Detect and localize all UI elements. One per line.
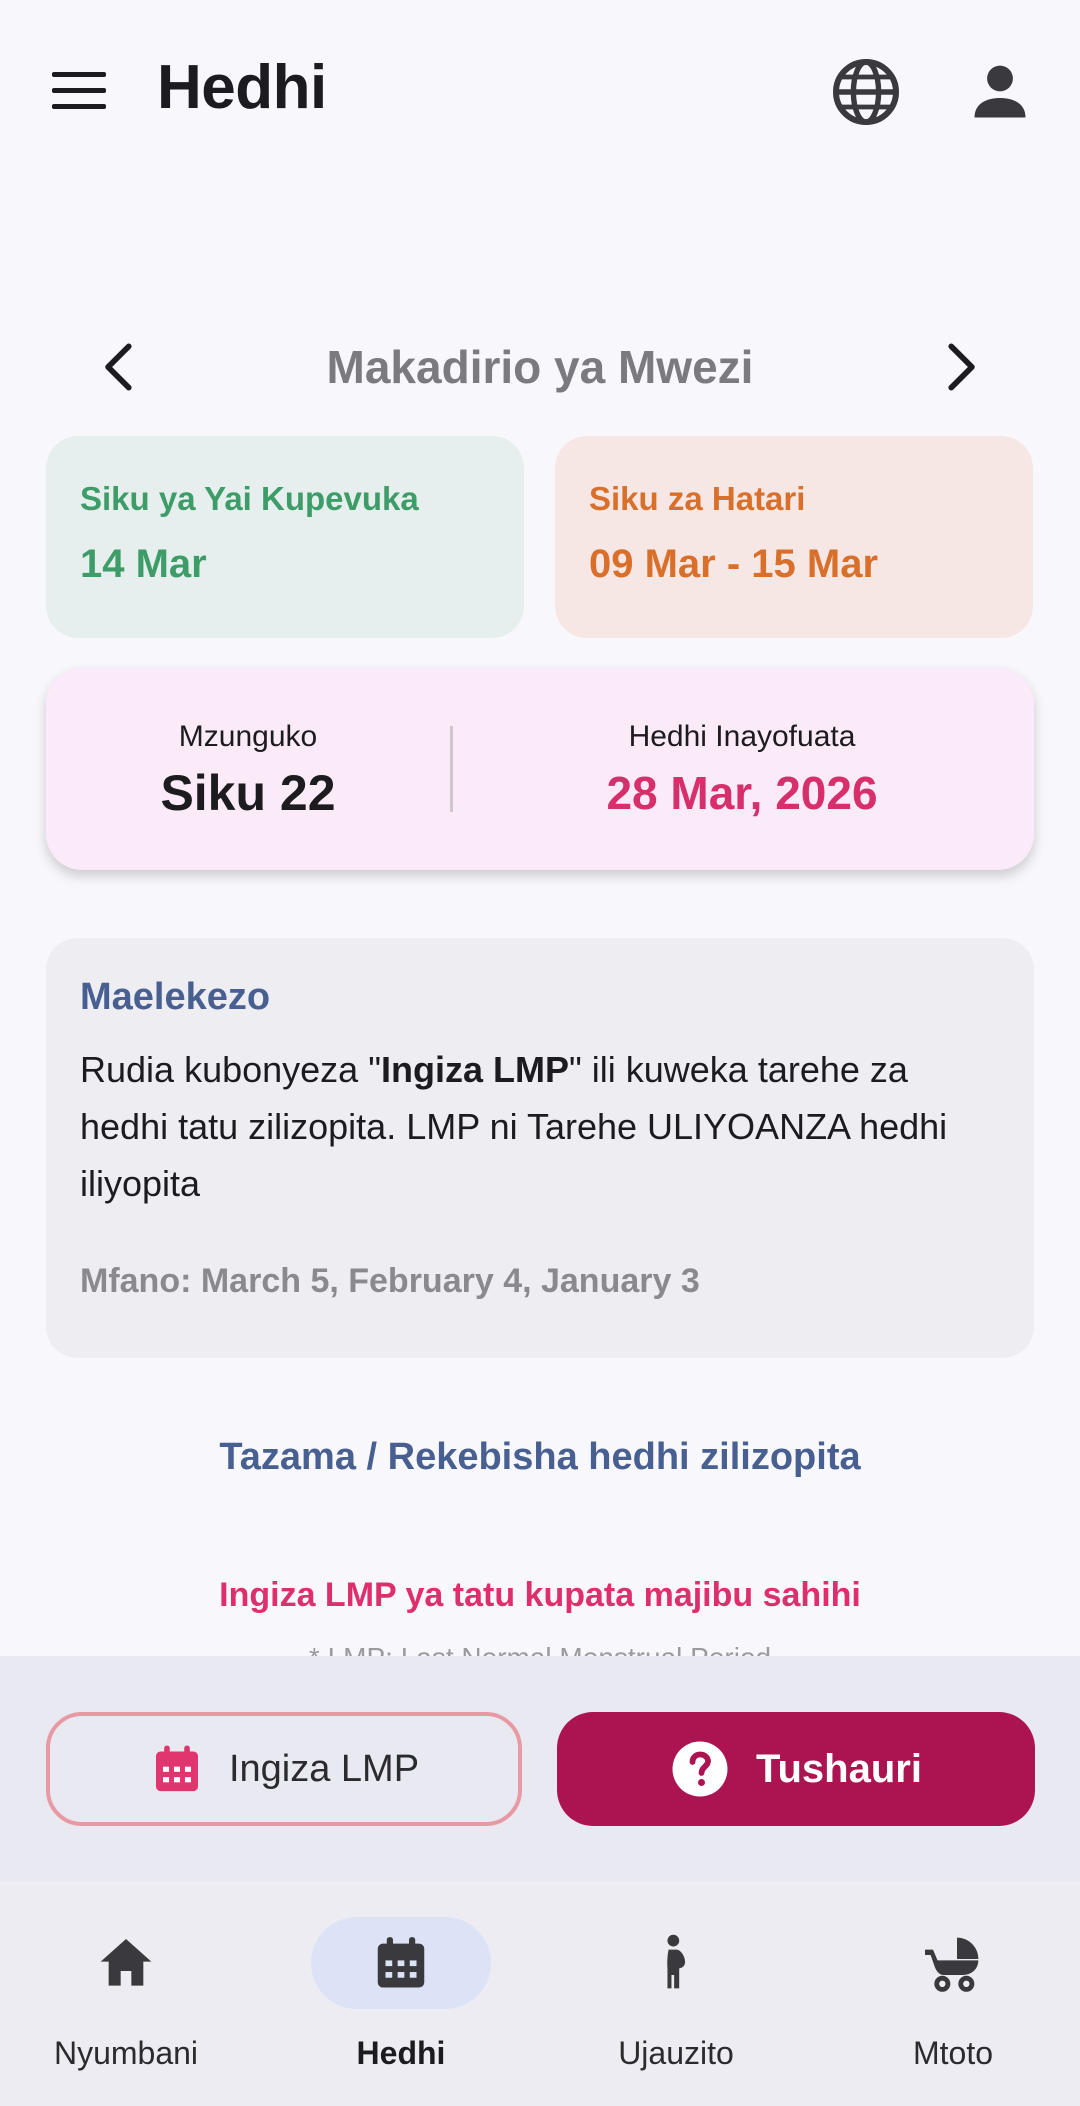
nav-pill	[36, 1917, 216, 2009]
ovulation-date: 14 Mar	[80, 542, 207, 586]
danger-days-range: 09 Mar - 15 Mar	[589, 542, 879, 586]
nav-pill	[863, 1917, 1043, 2009]
instructions-title: Maelekezo	[80, 976, 271, 1018]
calendar-icon	[377, 1937, 425, 1988]
bottom-navigation: Nyumbani Hedhi Ujauzito Mtoto	[0, 1881, 1080, 2106]
nav-pill-active	[311, 1917, 491, 2009]
advice-button[interactable]: Tushauri	[557, 1712, 1035, 1826]
enter-lmp-button[interactable]: Ingiza LMP	[46, 1712, 522, 1826]
nav-item-home[interactable]: Nyumbani	[6, 1917, 246, 2087]
nav-item-child[interactable]: Mtoto	[833, 1917, 1073, 2087]
stroller-icon	[925, 1937, 979, 1992]
nav-item-period[interactable]: Hedhi	[281, 1917, 521, 2087]
globe-icon	[833, 59, 899, 125]
nav-pill	[586, 1917, 766, 2009]
danger-days-card: Siku za Hatari 09 Mar - 15 Mar	[555, 436, 1033, 638]
advice-label: Tushauri	[756, 1746, 922, 1791]
menu-button[interactable]	[40, 60, 118, 120]
lmp-warning-text: Ingiza LMP ya tatu kupata majibu sahihi	[219, 1576, 861, 1614]
next-period-label: Hedhi Inayofuata	[628, 720, 856, 753]
instructions-body: Rudia kubonyeza "Ingiza LMP" ili kuweka …	[80, 1041, 1000, 1212]
account-button[interactable]	[964, 56, 1036, 128]
month-title: Makadirio ya Mwezi	[326, 341, 754, 393]
chevron-right-icon	[948, 343, 975, 391]
view-edit-past-periods-link[interactable]: Tazama / Rekebisha hedhi zilizopita	[0, 1436, 1080, 1479]
ovulation-card: Siku ya Yai Kupevuka 14 Mar	[46, 436, 524, 638]
pregnancy-icon	[667, 1934, 686, 1989]
next-period-date: 28 Mar, 2026	[606, 767, 878, 819]
enter-lmp-label: Ingiza LMP	[228, 1747, 420, 1790]
cycle-length-label: Mzunguko	[178, 720, 318, 753]
nav-label-home: Nyumbani	[53, 2035, 199, 2071]
cycle-summary-card: Mzunguko Siku 22 Hedhi Inayofuata 28 Mar…	[46, 668, 1034, 870]
help-icon	[672, 1741, 728, 1797]
nav-item-pregnancy[interactable]: Ujauzito	[556, 1917, 796, 2087]
next-month-button[interactable]	[928, 336, 990, 398]
instructions-body-bold: Ingiza LMP	[380, 1049, 569, 1090]
danger-days-label: Siku za Hatari	[589, 480, 806, 517]
month-navigator: Makadirio ya Mwezi	[80, 330, 1000, 404]
menu-icon	[52, 72, 106, 109]
calendar-icon	[155, 1745, 198, 1792]
cycle-length: Mzunguko Siku 22	[46, 720, 450, 822]
person-icon	[974, 65, 1026, 118]
nav-label-period: Hedhi	[356, 2035, 446, 2071]
language-button[interactable]	[830, 56, 902, 128]
next-period: Hedhi Inayofuata 28 Mar, 2026	[450, 720, 1034, 820]
action-bar: Ingiza LMP Tushauri	[0, 1656, 1080, 1881]
instructions-card: Maelekezo Rudia kubonyeza "Ingiza LMP" i…	[46, 938, 1034, 1358]
nav-label-pregnancy: Ujauzito	[618, 2035, 734, 2071]
home-icon	[100, 1939, 152, 1986]
cycle-length-value: Siku 22	[160, 765, 336, 821]
ovulation-label: Siku ya Yai Kupevuka	[80, 480, 419, 517]
top-app-bar: Hedhi	[0, 0, 1080, 180]
instructions-example: Mfano: March 5, February 4, January 3	[80, 1262, 700, 1300]
page-title: Hedhi	[157, 53, 327, 122]
nav-label-child: Mtoto	[912, 2035, 994, 2071]
instructions-body-prefix: Rudia kubonyeza "	[80, 1049, 381, 1090]
